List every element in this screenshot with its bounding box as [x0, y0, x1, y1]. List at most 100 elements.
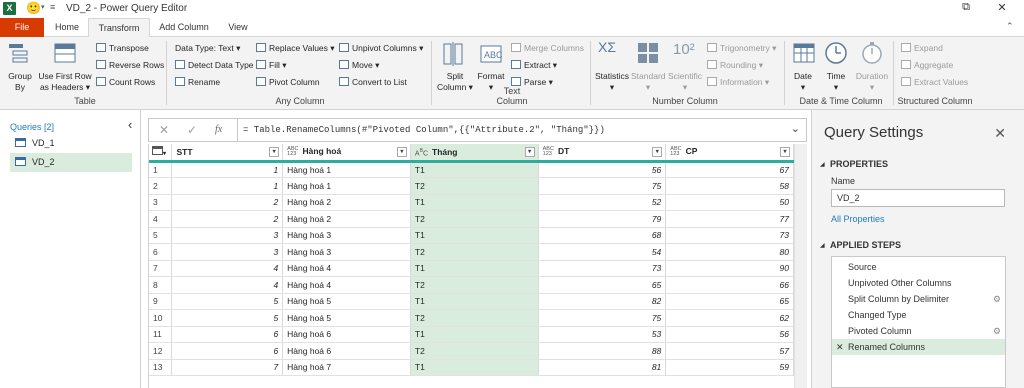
row-number[interactable]: 11	[149, 326, 173, 343]
statistics-button[interactable]: Statistics ▾	[594, 71, 630, 93]
cell-hang-hoa[interactable]: Hàng hoá 4	[282, 276, 411, 294]
transpose-button[interactable]: Transpose	[96, 43, 149, 54]
reverse-rows-button[interactable]: Reverse Rows	[96, 60, 164, 71]
vertical-scrollbar[interactable]	[794, 144, 807, 388]
cell-thang[interactable]: T1	[410, 359, 539, 376]
cell-stt[interactable]: 5	[171, 293, 284, 310]
cell-cp[interactable]: 66	[665, 276, 794, 294]
cell-hang-hoa[interactable]: Hàng hoá 4	[282, 260, 411, 277]
cell-thang[interactable]: T2	[410, 309, 539, 327]
cell-dt[interactable]: 75	[538, 177, 667, 195]
unpivot-columns-button[interactable]: Unpivot Columns ▾	[339, 43, 423, 54]
cell-stt[interactable]: 6	[171, 326, 284, 343]
cell-dt[interactable]: 82	[538, 293, 667, 310]
cell-stt[interactable]: 1	[171, 177, 284, 195]
row-number[interactable]: 12	[149, 342, 173, 360]
filter-icon[interactable]: ▾	[396, 147, 407, 157]
cell-cp[interactable]: 62	[665, 309, 794, 327]
cell-stt[interactable]: 3	[171, 227, 284, 244]
cell-cp[interactable]: 57	[665, 342, 794, 360]
row-number[interactable]: 4	[149, 210, 173, 228]
tab-transform[interactable]: Transform	[88, 18, 150, 37]
applied-step[interactable]: Changed Type	[832, 307, 1005, 323]
group-by-button[interactable]: Group By	[6, 71, 34, 93]
detect-data-type-button[interactable]: Detect Data Type	[175, 60, 254, 71]
cell-stt[interactable]: 7	[171, 359, 284, 376]
quick-access-icon[interactable]: ≡	[50, 2, 55, 12]
pivot-column-button[interactable]: Pivot Column	[256, 77, 320, 88]
cell-dt[interactable]: 53	[538, 326, 667, 343]
cell-thang[interactable]: T1	[410, 326, 539, 343]
cell-stt[interactable]: 2	[171, 194, 284, 211]
cell-stt[interactable]: 5	[171, 309, 284, 327]
cell-hang-hoa[interactable]: Hàng hoá 1	[282, 177, 411, 195]
cell-cp[interactable]: 59	[665, 359, 794, 376]
cell-dt[interactable]: 75	[538, 309, 667, 327]
column-header-stt[interactable]: STT ▾	[171, 144, 284, 163]
cell-thang[interactable]: T1	[410, 293, 539, 310]
aggregate-button[interactable]: Aggregate	[901, 60, 953, 71]
gear-icon[interactable]: ⚙	[993, 323, 1001, 339]
collapse-triangle-icon[interactable]: ◢	[820, 161, 825, 168]
extract-values-button[interactable]: Extract Values	[901, 77, 968, 88]
column-header-dt[interactable]: ABC 123 DT ▾	[538, 144, 667, 163]
row-number[interactable]: 5	[149, 227, 173, 244]
applied-step[interactable]: Split Column by Delimiter ⚙	[832, 291, 1005, 307]
cell-cp[interactable]: 90	[665, 260, 794, 277]
dropdown-icon[interactable]: ▾	[41, 3, 45, 11]
help-icon[interactable]: ⌃	[1006, 21, 1014, 32]
rename-button[interactable]: Rename	[175, 77, 220, 88]
cell-cp[interactable]: 65	[665, 293, 794, 310]
cell-hang-hoa[interactable]: Hàng hoá 3	[282, 243, 411, 261]
use-first-row-button[interactable]: Use First Row as Headers ▾	[38, 71, 92, 93]
queries-header[interactable]: Queries [2]	[10, 122, 54, 132]
move-button[interactable]: Move ▾	[339, 60, 379, 71]
cell-stt[interactable]: 6	[171, 342, 284, 360]
cell-cp[interactable]: 73	[665, 227, 794, 244]
filter-icon[interactable]: ▾	[780, 147, 790, 157]
cell-hang-hoa[interactable]: Hàng hoá 5	[282, 293, 411, 310]
cell-thang[interactable]: T1	[410, 194, 539, 211]
cell-thang[interactable]: T2	[410, 210, 539, 228]
cell-cp[interactable]: 58	[665, 177, 794, 195]
cell-hang-hoa[interactable]: Hàng hoá 5	[282, 309, 411, 327]
smiley-icon[interactable]: 🙂	[26, 1, 41, 15]
collapse-icon[interactable]: ‹	[128, 117, 132, 132]
tab-add-column[interactable]: Add Column	[152, 18, 216, 37]
applied-step[interactable]: ✕ Renamed Columns	[832, 339, 1005, 355]
row-number[interactable]: 2	[149, 177, 173, 195]
cell-thang[interactable]: T1	[410, 260, 539, 277]
cell-hang-hoa[interactable]: Hàng hoá 6	[282, 342, 411, 360]
scientific-button[interactable]: Scientific ▾	[667, 71, 703, 93]
cell-dt[interactable]: 88	[538, 342, 667, 360]
cell-stt[interactable]: 4	[171, 276, 284, 294]
applied-step[interactable]: Unpivoted Other Columns	[832, 275, 1005, 291]
cell-cp[interactable]: 56	[665, 326, 794, 343]
cell-dt[interactable]: 81	[538, 359, 667, 376]
confirm-icon[interactable]: ✓	[187, 123, 197, 137]
cell-thang[interactable]: T1	[410, 161, 539, 178]
filter-icon[interactable]: ▾	[524, 147, 535, 157]
close-icon[interactable]: ✕	[994, 125, 1006, 142]
fx-icon[interactable]: fx	[215, 124, 222, 135]
duration-button[interactable]: Duration ▾	[854, 71, 890, 93]
merge-columns-button[interactable]: Merge Columns	[511, 43, 584, 54]
filter-icon[interactable]: ▾	[652, 147, 663, 157]
cell-dt[interactable]: 68	[538, 227, 667, 244]
column-header-thang[interactable]: ABC Tháng ▾	[410, 144, 539, 163]
row-number[interactable]: 6	[149, 243, 173, 261]
cell-dt[interactable]: 73	[538, 260, 667, 277]
cell-cp[interactable]: 77	[665, 210, 794, 228]
cell-thang[interactable]: T2	[410, 243, 539, 261]
tab-view[interactable]: View	[218, 18, 258, 37]
delete-step-icon[interactable]: ✕	[836, 339, 844, 355]
row-number[interactable]: 7	[149, 260, 173, 277]
name-input[interactable]: VD_2	[831, 189, 1005, 207]
chevron-down-icon[interactable]: ⌄	[791, 122, 800, 135]
tab-home[interactable]: Home	[46, 18, 88, 37]
cell-hang-hoa[interactable]: Hàng hoá 2	[282, 194, 411, 211]
date-button[interactable]: Date ▾	[790, 71, 816, 93]
cell-hang-hoa[interactable]: Hàng hoá 2	[282, 210, 411, 228]
extract-button[interactable]: Extract ▾	[511, 60, 557, 71]
collapse-triangle-icon[interactable]: ◢	[820, 242, 825, 249]
